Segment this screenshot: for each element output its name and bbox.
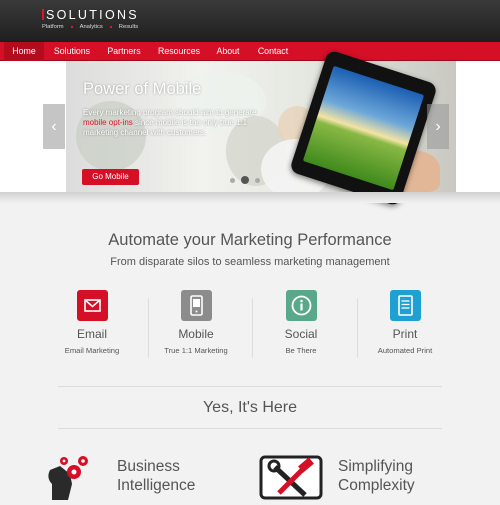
yes-section-title: Yes, It's Here [202, 399, 298, 416]
slider-prev-arrow[interactable]: ‹ [43, 104, 65, 149]
feature-print[interactable]: Print Automated Print [353, 290, 457, 355]
feature-email[interactable]: Email Email Marketing [40, 290, 144, 355]
logo-mark [42, 9, 44, 20]
nav-item-partners[interactable]: Partners [102, 42, 146, 61]
tagline-item: Platform [42, 24, 64, 30]
tagline-item: Results [118, 24, 139, 30]
block-title-line: Business [117, 458, 180, 475]
slider-dot[interactable] [230, 178, 235, 183]
phone-screen [302, 65, 425, 191]
tagline: Platform Analytics Results [42, 24, 138, 30]
slider-dot[interactable] [255, 178, 260, 183]
hero-text: Every marketing program should aim to ge… [83, 108, 258, 138]
feature-description: Email Marketing [64, 346, 120, 355]
main-nav: Home Solutions Partners Resources About … [0, 42, 500, 61]
feature-name: Social [284, 327, 318, 341]
tagline-item: Analytics [79, 24, 103, 30]
nav-item-home[interactable]: Home [4, 42, 44, 61]
block-title-line: Complexity [338, 477, 415, 494]
feature-description: Automated Print [377, 346, 433, 355]
feature-social[interactable]: Social Be There [249, 290, 353, 355]
info-icon [285, 290, 317, 321]
nav-item-solutions[interactable]: Solutions [48, 42, 96, 61]
block-title-line: Intelligence [117, 477, 196, 494]
block-title: Business Intelligence [117, 457, 195, 495]
logo-text: SOLUTIONS [46, 8, 139, 22]
slider-next-arrow[interactable]: › [427, 104, 449, 149]
feature-name: Mobile [178, 327, 214, 341]
head-gears-icon [44, 452, 94, 500]
feature-name: Email [76, 327, 107, 341]
feature-mobile[interactable]: Mobile True 1:1 Marketing [144, 290, 248, 355]
section-title: Automate your Marketing Performance [108, 231, 392, 249]
nav-item-contact[interactable]: Contact [252, 42, 294, 61]
document-icon [389, 290, 421, 321]
hero-text-part: Every marketing program should aim to ge… [83, 108, 257, 117]
horizontal-divider [58, 428, 442, 429]
go-mobile-button[interactable]: Go Mobile [82, 169, 139, 185]
section-subtitle: From disparate silos to seamless marketi… [110, 256, 390, 268]
section-divider [0, 192, 500, 203]
slider-dot-active[interactable] [241, 176, 249, 184]
tools-icon [259, 455, 323, 500]
feature-name: Print [392, 327, 418, 341]
site-header: SOLUTIONS Platform Analytics Results [0, 0, 500, 42]
tagline-separator [70, 26, 73, 28]
tagline-separator [109, 26, 112, 28]
nav-item-resources[interactable]: Resources [153, 42, 205, 61]
horizontal-divider [58, 386, 442, 387]
nav-item-about[interactable]: About [211, 42, 245, 61]
envelope-icon [76, 290, 108, 321]
hero-text-highlight[interactable]: mobile opt-ins [83, 118, 133, 127]
mobile-phone-icon [180, 290, 212, 321]
slider-dots [230, 176, 260, 184]
hero-title: Power of Mobile [83, 80, 202, 98]
block-title: Simplifying Complexity [338, 457, 415, 495]
block-title-line: Simplifying [338, 458, 413, 475]
feature-description: True 1:1 Marketing [164, 346, 228, 355]
feature-description: Be There [285, 346, 317, 355]
